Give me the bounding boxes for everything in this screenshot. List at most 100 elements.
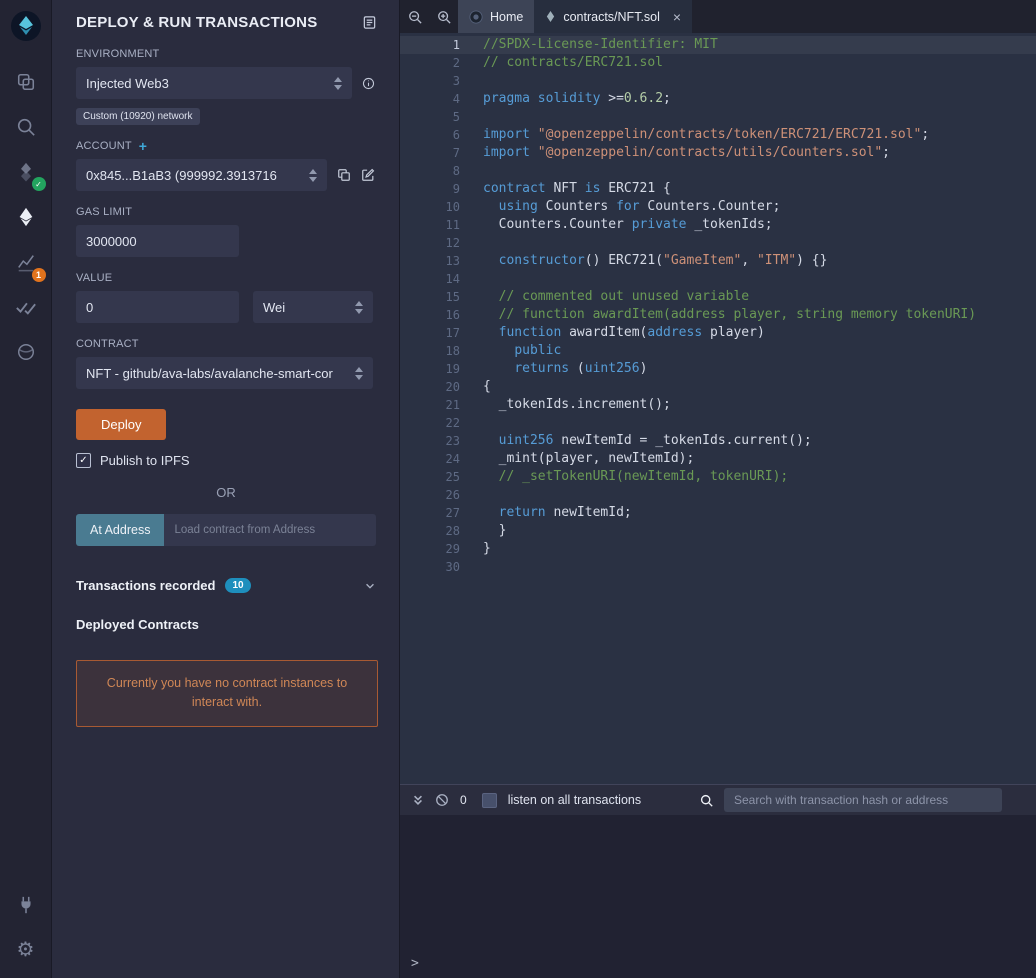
account-select[interactable]: 0x845...B1aB3 (999992.3913716 — [76, 159, 327, 191]
code-editor[interactable]: 1 //SPDX-License-Identifier: MIT 2 // contr… — [400, 33, 1036, 784]
code-text: function awardItem(address player) — [498, 325, 765, 340]
line-number: 11 — [445, 218, 460, 232]
code-line[interactable]: 19 returns (uint256) — [400, 360, 1036, 378]
account-value: 0x845...B1aB3 (999992.3913716 — [86, 167, 277, 183]
deploy-button[interactable]: Deploy — [76, 409, 167, 440]
remix-logo[interactable] — [10, 10, 42, 47]
add-account-icon[interactable]: + — [139, 139, 147, 153]
code-line[interactable]: 27 return newItemId; — [400, 504, 1036, 522]
clear-console-icon[interactable] — [435, 793, 449, 807]
code-line[interactable]: 30 — [400, 558, 1036, 576]
listen-all-transactions-checkbox[interactable] — [481, 792, 497, 808]
code-line[interactable]: 14 — [400, 270, 1036, 288]
contract-select[interactable]: NFT - github/ava-labs/avalanche-smart-co… — [76, 357, 373, 389]
code-line[interactable]: 7 import "@openzeppelin/contracts/utils/C… — [400, 144, 1036, 162]
settings-gear-icon[interactable]: ⚙ — [0, 927, 52, 972]
code-text: import "@openzeppelin/contracts/utils/Co… — [483, 145, 890, 160]
line-number: 22 — [445, 416, 460, 430]
code-line[interactable]: 13 constructor() ERC721("GameItem", "ITM… — [400, 252, 1036, 270]
solidity-compiler-icon[interactable]: ✓ — [0, 149, 52, 194]
code-text: public — [514, 343, 562, 358]
code-line[interactable]: 3 — [400, 72, 1036, 90]
gas-limit-input[interactable] — [86, 233, 229, 249]
code-line[interactable]: 20 { — [400, 378, 1036, 396]
code-line[interactable]: 8 — [400, 162, 1036, 180]
plugin-manager-icon[interactable] — [0, 882, 52, 927]
select-arrows-icon — [355, 366, 363, 380]
transactions-count-badge: 10 — [225, 578, 251, 593]
code-line[interactable]: 21 _tokenIds.increment(); — [400, 396, 1036, 414]
code-line[interactable]: 2 // contracts/ERC721.sol — [400, 54, 1036, 72]
environment-select[interactable]: Injected Web3 — [76, 67, 352, 99]
close-tab-icon[interactable]: × — [673, 10, 681, 24]
search-icon[interactable] — [0, 104, 52, 149]
code-line[interactable]: 18 public — [400, 342, 1036, 360]
edit-account-icon[interactable] — [361, 168, 375, 182]
copy-account-icon[interactable] — [337, 168, 351, 182]
code-line[interactable]: 11 Counters.Counter private _tokenIds; — [400, 216, 1036, 234]
at-address-button[interactable]: At Address — [76, 514, 165, 546]
environment-label: ENVIRONMENT — [76, 48, 160, 60]
zoom-out-icon[interactable] — [400, 0, 429, 33]
code-line[interactable]: 12 — [400, 234, 1036, 252]
terminal-toolbar: 0 listen on all transactions — [400, 784, 1036, 815]
code-line[interactable]: 4 pragma solidity >=0.6.2; — [400, 90, 1036, 108]
line-number: 3 — [452, 74, 460, 88]
code-line[interactable]: 1 //SPDX-License-Identifier: MIT — [400, 36, 1036, 54]
code-line[interactable]: 22 — [400, 414, 1036, 432]
select-arrows-icon — [355, 300, 363, 314]
transactions-recorded-toggle[interactable]: Transactions recorded 10 — [76, 578, 376, 593]
code-line[interactable]: 6 import "@openzeppelin/contracts/token/E… — [400, 126, 1036, 144]
line-number: 8 — [452, 164, 460, 178]
code-line[interactable]: 29} — [400, 540, 1036, 558]
code-text: // commented out unused variable — [483, 289, 750, 304]
code-text: { — [483, 379, 491, 394]
code-text: Counters.Counter private _tokenIds; — [483, 217, 773, 232]
tab-nft-sol[interactable]: contracts/NFT.sol × — [534, 0, 693, 33]
line-number: 23 — [445, 434, 460, 448]
tab-home[interactable]: Home — [458, 0, 535, 33]
chart-icon[interactable]: 1 — [0, 239, 52, 284]
info-icon[interactable] — [362, 77, 375, 90]
publish-ipfs-checkbox[interactable]: ✓ — [76, 453, 91, 468]
line-number: 28 — [445, 524, 460, 538]
terminal-search-input[interactable] — [724, 788, 1002, 812]
line-number: 21 — [445, 398, 460, 412]
code-text: returns (uint256) — [514, 361, 648, 376]
chevron-down-icon — [364, 580, 376, 592]
double-check-icon[interactable] — [0, 284, 52, 329]
at-address-row: At Address — [76, 514, 376, 546]
code-line[interactable]: 9 contract NFT is ERC721 { — [400, 180, 1036, 198]
code-line[interactable]: 23 uint256 newItemId = _tokenIds.current… — [400, 432, 1036, 450]
code-line[interactable]: 26 — [400, 486, 1036, 504]
file-explorer-icon[interactable] — [0, 59, 52, 104]
sphere-icon[interactable] — [0, 329, 52, 374]
code-line[interactable]: 28 } — [400, 522, 1036, 540]
at-address-input[interactable] — [164, 514, 376, 546]
code-line[interactable]: 10 using Counters for Counters.Counter; — [400, 198, 1036, 216]
code-line[interactable]: 5 — [400, 108, 1036, 126]
code-text: } — [483, 523, 507, 538]
value-input[interactable] — [86, 299, 229, 315]
code-line[interactable]: 17 function awardItem(address player) — [400, 324, 1036, 342]
line-number: 20 — [445, 380, 460, 394]
code-line[interactable]: 24 _mint(player, newItemId); — [400, 450, 1036, 468]
value-label: VALUE — [76, 272, 113, 284]
expand-terminal-icon[interactable] — [412, 794, 424, 806]
code-line[interactable]: 25 // _setTokenURI(newItemId, tokenURI); — [400, 468, 1036, 486]
code-line[interactable]: 15 // commented out unused variable — [400, 288, 1036, 306]
terminal-output[interactable]: > — [400, 815, 1036, 978]
line-number: 6 — [452, 128, 460, 142]
code-line[interactable]: 16 // function awardItem(address player,… — [400, 306, 1036, 324]
checkmark-icon: ✓ — [35, 179, 42, 189]
documentation-icon[interactable] — [362, 15, 377, 30]
unit-select[interactable]: Wei — [253, 291, 373, 323]
zoom-in-icon[interactable] — [429, 0, 458, 33]
checkmark-icon: ✓ — [79, 455, 88, 466]
deploy-run-icon[interactable] — [0, 194, 52, 239]
pending-tx-count: 0 — [460, 793, 467, 807]
